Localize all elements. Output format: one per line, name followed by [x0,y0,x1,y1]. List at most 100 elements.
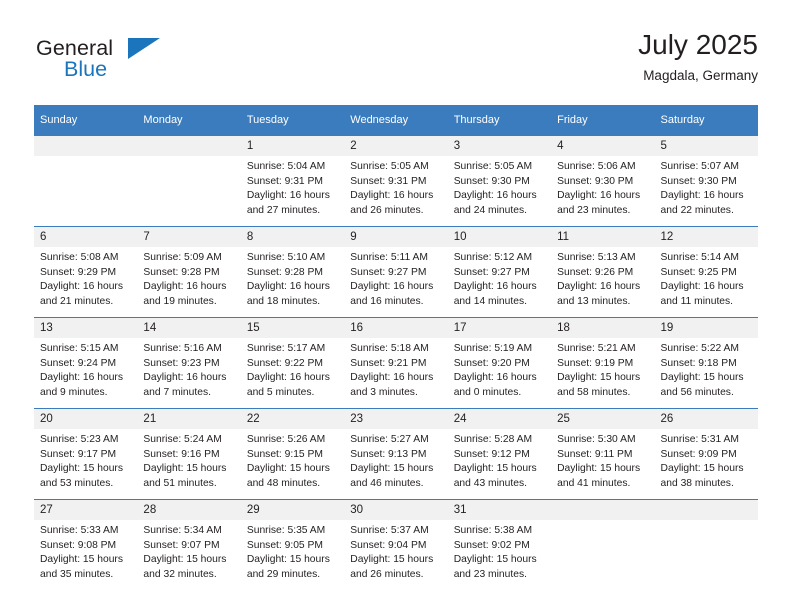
calendar-day-cell[interactable]: 24 Sunrise: 5:28 AM Sunset: 9:12 PM Dayligh… [447,408,552,500]
day-cell-content: 5 Sunrise: 5:07 AM Sunset: 9:30 PM Daylight… [654,136,758,226]
calendar-cell-empty [34,135,138,227]
calendar-day-cell[interactable]: 26 Sunrise: 5:31 AM Sunset: 9:09 PM Dayligh… [654,408,758,500]
calendar-day-cell[interactable]: 19 Sunrise: 5:22 AM Sunset: 9:18 PM Dayligh… [654,317,758,409]
weekday-header-sunday: Sunday [34,105,138,136]
calendar-day-cell[interactable]: 8 Sunrise: 5:10 AM Sunset: 9:28 PM Daylight… [240,226,345,318]
sunrise-time: Sunrise: 5:05 AM [350,161,429,172]
daylight-duration-line2: and 51 minutes. [143,477,217,489]
daylight-duration-line2: and 43 minutes. [453,477,527,489]
calendar-day-cell[interactable]: 5 Sunrise: 5:07 AM Sunset: 9:30 PM Daylight… [654,135,758,227]
calendar-day-cell[interactable]: 23 Sunrise: 5:27 AM Sunset: 9:13 PM Dayligh… [344,408,448,500]
sunrise-time: Sunrise: 5:19 AM [453,343,533,354]
calendar-day-cell[interactable]: 11 Sunrise: 5:13 AM Sunset: 9:26 PM Dayligh… [551,226,655,318]
sunrise-time: Sunrise: 5:27 AM [350,434,429,445]
general-blue-logo[interactable]: General Blue [34,36,264,94]
calendar-day-cell[interactable]: 29 Sunrise: 5:35 AM Sunset: 9:05 PM Dayligh… [240,499,345,590]
calendar-day-cell[interactable]: 14 Sunrise: 5:16 AM Sunset: 9:23 PM Dayligh… [137,317,241,409]
day-cell-content: 27 Sunrise: 5:33 AM Sunset: 9:08 PM Dayligh… [34,500,138,590]
day-cell-content [137,136,241,226]
day-details: Sunrise: 5:12 AM Sunset: 9:27 PM Daylight:… [448,247,551,309]
calendar-day-cell[interactable]: 2 Sunrise: 5:05 AM Sunset: 9:31 PM Daylight… [344,135,448,227]
day-cell-content: 10 Sunrise: 5:12 AM Sunset: 9:27 PM Dayligh… [447,227,552,317]
sunset-time: Sunset: 9:21 PM [350,357,427,369]
calendar-day-cell[interactable]: 31 Sunrise: 5:38 AM Sunset: 9:02 PM Dayligh… [447,499,552,590]
daylight-duration-line2: and 26 minutes. [350,568,424,580]
sunset-time: Sunset: 9:15 PM [246,448,323,460]
sunrise-time: Sunrise: 5:24 AM [143,434,222,445]
calendar-day-cell[interactable]: 27 Sunrise: 5:33 AM Sunset: 9:08 PM Dayligh… [34,499,138,590]
day-number: 6 [34,227,138,247]
title-block: July 2025 Magdala, Germany [638,28,758,86]
daylight-duration-line2: and 41 minutes. [557,477,631,489]
calendar-day-cell[interactable]: 6 Sunrise: 5:08 AM Sunset: 9:29 PM Daylight… [34,226,138,318]
daylight-duration-line1: Daylight: 15 hours [660,372,744,384]
calendar-day-cell[interactable]: 18 Sunrise: 5:21 AM Sunset: 9:19 PM Dayligh… [551,317,655,409]
calendar-day-cell[interactable]: 22 Sunrise: 5:26 AM Sunset: 9:15 PM Dayligh… [240,408,345,500]
calendar-day-cell[interactable]: 13 Sunrise: 5:15 AM Sunset: 9:24 PM Dayligh… [34,317,138,409]
day-number [34,136,138,156]
day-number: 21 [137,409,241,429]
daylight-duration-line1: Daylight: 16 hours [40,372,123,384]
sunrise-time: Sunrise: 5:09 AM [143,252,222,263]
day-cell-content: 23 Sunrise: 5:27 AM Sunset: 9:13 PM Dayligh… [344,409,448,499]
calendar-day-cell[interactable]: 12 Sunrise: 5:14 AM Sunset: 9:25 PM Dayligh… [654,226,758,318]
calendar-week-row: 13 Sunrise: 5:15 AM Sunset: 9:24 PM Dayligh… [34,317,758,409]
sunrise-time: Sunrise: 5:11 AM [350,252,428,263]
day-details: Sunrise: 5:37 AM Sunset: 9:04 PM Daylight:… [344,520,447,582]
day-details: Sunrise: 5:07 AM Sunset: 9:30 PM Daylight:… [655,156,758,218]
day-details: Sunrise: 5:26 AM Sunset: 9:15 PM Daylight:… [241,429,344,491]
day-details: Sunrise: 5:22 AM Sunset: 9:18 PM Daylight:… [655,338,758,400]
day-details: Sunrise: 5:04 AM Sunset: 9:31 PM Daylight:… [241,156,344,218]
sunrise-time: Sunrise: 5:34 AM [143,525,222,536]
calendar-cell-empty [654,499,758,590]
daylight-duration-line2: and 27 minutes. [246,204,321,216]
day-cell-content: 19 Sunrise: 5:22 AM Sunset: 9:18 PM Dayligh… [654,318,758,408]
calendar-day-cell[interactable]: 3 Sunrise: 5:05 AM Sunset: 9:30 PM Daylight… [447,135,552,227]
day-number: 3 [447,136,552,156]
day-cell-content: 31 Sunrise: 5:38 AM Sunset: 9:02 PM Dayligh… [447,500,552,590]
day-number: 5 [654,136,758,156]
day-cell-content: 22 Sunrise: 5:26 AM Sunset: 9:15 PM Dayligh… [240,409,345,499]
daylight-duration-line1: Daylight: 16 hours [557,281,641,293]
calendar-day-cell[interactable]: 30 Sunrise: 5:37 AM Sunset: 9:04 PM Dayligh… [344,499,448,590]
sunset-time: Sunset: 9:26 PM [557,266,634,278]
calendar-day-cell[interactable]: 17 Sunrise: 5:19 AM Sunset: 9:20 PM Dayligh… [447,317,552,409]
page-title: July 2025 [638,29,758,60]
day-details: Sunrise: 5:09 AM Sunset: 9:28 PM Daylight:… [137,247,240,309]
calendar-day-cell[interactable]: 21 Sunrise: 5:24 AM Sunset: 9:16 PM Dayligh… [137,408,241,500]
day-details: Sunrise: 5:38 AM Sunset: 9:02 PM Daylight:… [448,520,551,582]
calendar-day-cell[interactable]: 9 Sunrise: 5:11 AM Sunset: 9:27 PM Daylight… [344,226,448,318]
day-details: Sunrise: 5:19 AM Sunset: 9:20 PM Daylight:… [448,338,551,400]
sunset-time: Sunset: 9:30 PM [660,175,737,187]
calendar-week-row: 20 Sunrise: 5:23 AM Sunset: 9:17 PM Dayligh… [34,408,758,500]
calendar-day-cell[interactable]: 25 Sunrise: 5:30 AM Sunset: 9:11 PM Dayligh… [551,408,655,500]
day-cell-content: 17 Sunrise: 5:19 AM Sunset: 9:20 PM Dayligh… [447,318,552,408]
calendar-cell-empty [551,499,655,590]
daylight-duration-line1: Daylight: 16 hours [143,372,227,384]
calendar-day-cell[interactable]: 15 Sunrise: 5:17 AM Sunset: 9:22 PM Dayligh… [240,317,345,409]
calendar-day-cell[interactable]: 28 Sunrise: 5:34 AM Sunset: 9:07 PM Dayligh… [137,499,241,590]
day-cell-content: 8 Sunrise: 5:10 AM Sunset: 9:28 PM Daylight… [240,227,345,317]
day-cell-content: 1 Sunrise: 5:04 AM Sunset: 9:31 PM Daylight… [240,136,345,226]
calendar-day-cell[interactable]: 10 Sunrise: 5:12 AM Sunset: 9:27 PM Dayligh… [447,226,552,318]
daylight-duration-line1: Daylight: 15 hours [40,463,123,475]
calendar-day-cell[interactable]: 7 Sunrise: 5:09 AM Sunset: 9:28 PM Daylight… [137,226,241,318]
sunrise-time: Sunrise: 5:31 AM [660,434,739,445]
sunset-time: Sunset: 9:07 PM [143,539,220,551]
day-cell-content: 14 Sunrise: 5:16 AM Sunset: 9:23 PM Dayligh… [137,318,241,408]
sunset-time: Sunset: 9:22 PM [246,357,323,369]
calendar-day-cell[interactable]: 16 Sunrise: 5:18 AM Sunset: 9:21 PM Dayligh… [344,317,448,409]
day-details: Sunrise: 5:21 AM Sunset: 9:19 PM Daylight:… [551,338,654,400]
sunset-time: Sunset: 9:16 PM [143,448,220,460]
sunset-time: Sunset: 9:20 PM [453,357,530,369]
sunrise-time: Sunrise: 5:38 AM [453,525,533,536]
calendar-day-cell[interactable]: 1 Sunrise: 5:04 AM Sunset: 9:31 PM Daylight… [240,135,345,227]
daylight-duration-line1: Daylight: 16 hours [453,372,537,384]
day-cell-content: 7 Sunrise: 5:09 AM Sunset: 9:28 PM Daylight… [137,227,241,317]
day-details: Sunrise: 5:14 AM Sunset: 9:25 PM Daylight:… [655,247,758,309]
daylight-duration-line2: and 16 minutes. [350,295,424,307]
logo-text-blue: Blue [64,57,108,81]
calendar-day-cell[interactable]: 20 Sunrise: 5:23 AM Sunset: 9:17 PM Dayligh… [34,408,138,500]
calendar-day-cell[interactable]: 4 Sunrise: 5:06 AM Sunset: 9:30 PM Daylight… [551,135,655,227]
page-header: General Blue July 2025 Magdala, Germany [34,28,758,98]
